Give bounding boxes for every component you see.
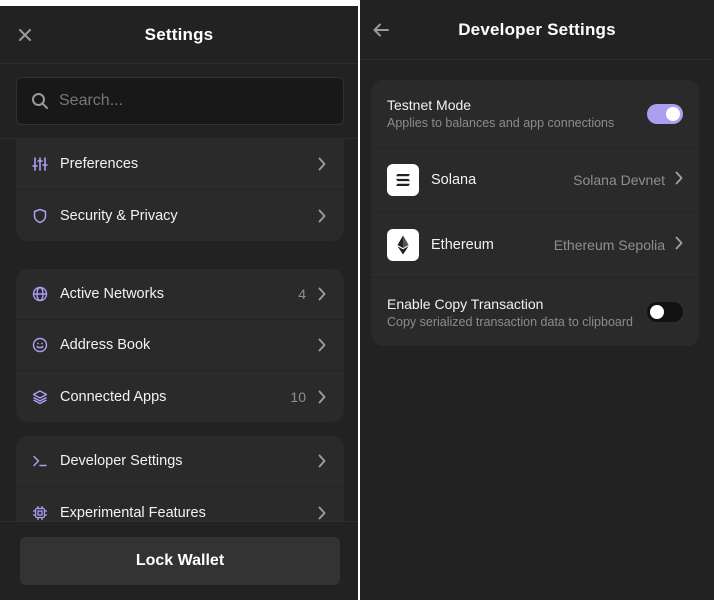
network-name: Solana bbox=[431, 172, 477, 188]
chip-icon bbox=[32, 505, 48, 521]
settings-footer: Lock Wallet bbox=[0, 521, 358, 600]
sidebar-item-experimental-features[interactable]: Experimental Features bbox=[16, 487, 344, 522]
chevron-right-icon bbox=[316, 454, 328, 468]
chevron-right-icon bbox=[316, 506, 328, 520]
testnet-mode-texts: Testnet Mode Applies to balances and app… bbox=[387, 97, 647, 130]
shield-icon bbox=[32, 208, 48, 224]
developer-settings-card: Testnet Mode Applies to balances and app… bbox=[371, 80, 699, 346]
sidebar-item-label: Address Book bbox=[60, 337, 151, 353]
sliders-icon bbox=[32, 156, 48, 172]
solana-logo-icon bbox=[387, 164, 419, 196]
search-box[interactable] bbox=[16, 77, 344, 125]
copy-transaction-title: Enable Copy Transaction bbox=[387, 295, 544, 312]
settings-group-advanced: Developer Settings Experimental Features bbox=[16, 436, 344, 522]
chevron-right-icon bbox=[316, 209, 328, 223]
page-title: Developer Settings bbox=[458, 19, 616, 39]
chevron-right-icon bbox=[316, 287, 328, 301]
chevron-right-icon bbox=[316, 390, 328, 404]
sidebar-item-label: Active Networks bbox=[60, 286, 164, 302]
sidebar-item-label: Security & Privacy bbox=[60, 207, 178, 224]
settings-group-connections: Active Networks 4 Address Book Connected… bbox=[16, 269, 344, 422]
smiley-icon bbox=[32, 337, 48, 353]
sidebar-item-active-networks[interactable]: Active Networks 4 bbox=[16, 269, 344, 320]
chevron-right-icon bbox=[316, 338, 328, 352]
sidebar-item-preferences[interactable]: Preferences bbox=[16, 139, 344, 190]
count-badge: 4 bbox=[298, 286, 306, 302]
network-row-solana[interactable]: Solana Solana Devnet bbox=[371, 148, 699, 213]
chevron-right-icon bbox=[316, 157, 328, 171]
page-title: Settings bbox=[144, 24, 214, 44]
network-name: Ethereum bbox=[431, 237, 494, 253]
testnet-mode-toggle[interactable] bbox=[647, 103, 683, 124]
toggle-knob bbox=[650, 305, 664, 319]
lock-wallet-button[interactable]: Lock Wallet bbox=[20, 537, 340, 585]
layers-icon bbox=[32, 389, 48, 405]
sidebar-item-security-privacy[interactable]: Security & Privacy bbox=[16, 190, 344, 241]
testnet-mode-row: Testnet Mode Applies to balances and app… bbox=[371, 80, 699, 148]
search-input[interactable] bbox=[59, 92, 319, 110]
sidebar-item-connected-apps[interactable]: Connected Apps 10 bbox=[16, 371, 344, 422]
chevron-right-icon bbox=[675, 171, 683, 190]
developer-header: Developer Settings bbox=[360, 0, 714, 60]
testnet-mode-title: Testnet Mode bbox=[387, 97, 472, 113]
sidebar-item-label: Developer Settings bbox=[60, 453, 183, 469]
close-button[interactable] bbox=[14, 24, 36, 46]
network-value: Ethereum Sepolia bbox=[553, 237, 665, 253]
sidebar-item-developer-settings[interactable]: Developer Settings bbox=[16, 436, 344, 487]
settings-panel: Settings Preferences bbox=[0, 0, 358, 600]
settings-header: Settings bbox=[0, 6, 358, 64]
count-badge: 10 bbox=[290, 388, 306, 405]
copy-transaction-description: Copy serialized transaction data to clip… bbox=[387, 314, 633, 329]
toggle-knob bbox=[666, 106, 680, 121]
testnet-mode-description: Applies to balances and app connections bbox=[387, 116, 615, 130]
network-value: Solana Devnet bbox=[573, 172, 665, 188]
ethereum-logo-icon bbox=[387, 229, 419, 261]
terminal-icon bbox=[32, 453, 48, 469]
close-icon bbox=[19, 28, 31, 41]
sidebar-item-label: Preferences bbox=[60, 156, 139, 172]
chevron-right-icon bbox=[675, 236, 683, 255]
back-arrow-icon bbox=[373, 23, 389, 36]
sidebar-item-address-book[interactable]: Address Book bbox=[16, 320, 344, 371]
sidebar-item-label: Experimental Features bbox=[60, 504, 206, 521]
back-button[interactable] bbox=[370, 19, 392, 41]
copy-transaction-toggle[interactable] bbox=[647, 302, 683, 322]
network-row-ethereum[interactable]: Ethereum Ethereum Sepolia bbox=[371, 213, 699, 278]
settings-list[interactable]: Preferences Security & Privacy Active Ne… bbox=[16, 139, 344, 522]
developer-settings-panel: Developer Settings Testnet Mode Applies … bbox=[360, 0, 714, 600]
settings-group-general: Preferences Security & Privacy bbox=[16, 139, 344, 241]
copy-transaction-row: Enable Copy Transaction Copy serialized … bbox=[371, 278, 699, 346]
search-icon bbox=[32, 93, 48, 109]
globe-icon bbox=[32, 286, 48, 302]
copy-transaction-texts: Enable Copy Transaction Copy serialized … bbox=[387, 296, 647, 329]
sidebar-item-label: Connected Apps bbox=[60, 388, 167, 405]
